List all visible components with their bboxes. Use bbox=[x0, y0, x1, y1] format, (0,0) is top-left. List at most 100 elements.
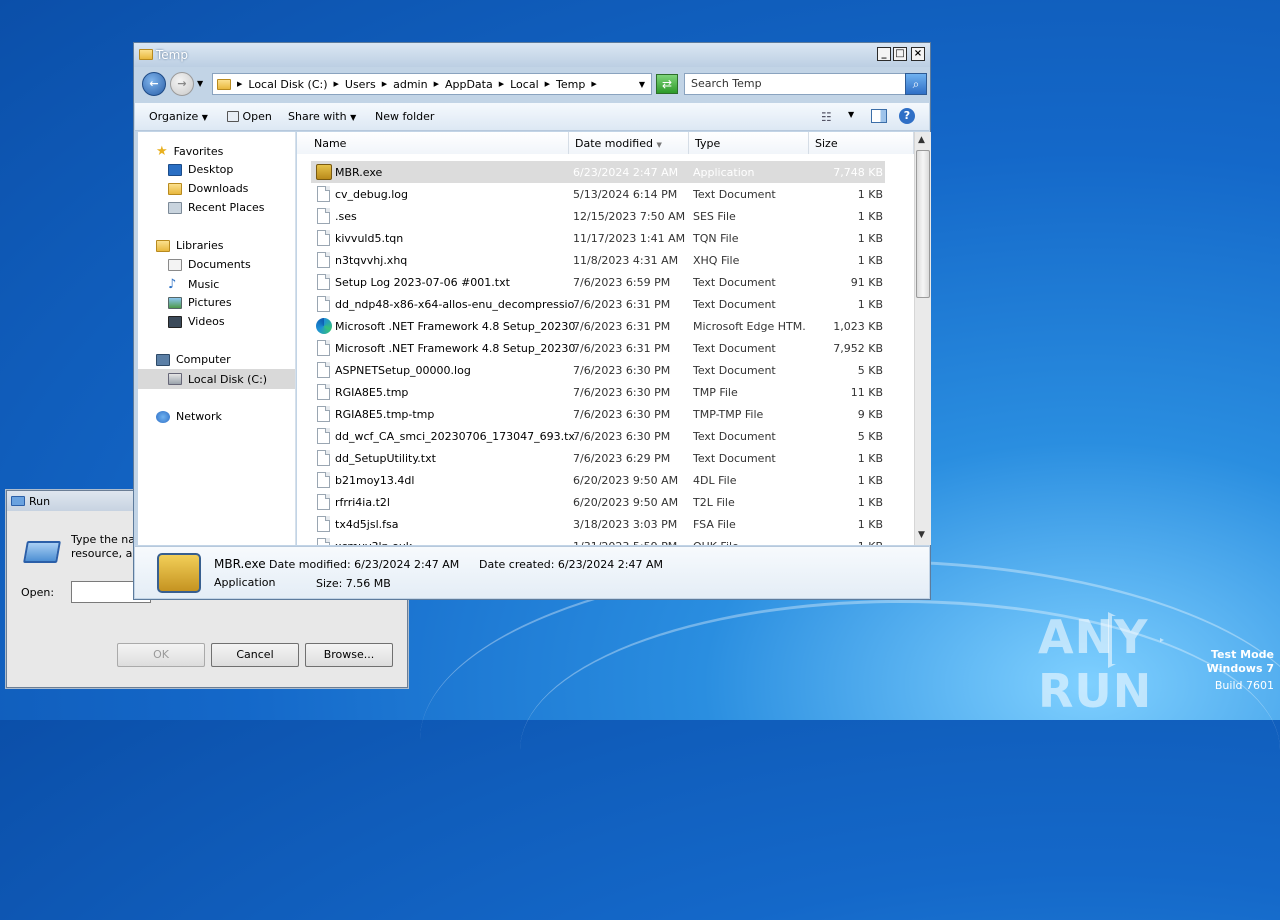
nav-label: Music bbox=[188, 278, 220, 291]
file-row[interactable]: dd_SetupUtility.txt 7/6/2023 6:29 PM Text … bbox=[311, 447, 885, 469]
file-date-modified: 7/6/2023 6:30 PM bbox=[573, 364, 671, 377]
nav-pictures[interactable]: Pictures bbox=[168, 296, 232, 309]
file-icon bbox=[317, 186, 330, 202]
nav-local-disk[interactable]: Local Disk (C:) bbox=[138, 369, 295, 389]
breadcrumb-separator: ▶ bbox=[237, 80, 243, 88]
forward-button[interactable]: → bbox=[170, 72, 194, 96]
nav-documents[interactable]: Documents bbox=[168, 258, 251, 271]
file-row[interactable]: dd_ndp48-x86-x64-allos-enu_decompression… bbox=[311, 293, 885, 315]
file-row[interactable]: dd_wcf_CA_smci_20230706_173047_693.txt 7/… bbox=[311, 425, 885, 447]
scroll-thumb[interactable] bbox=[916, 150, 930, 298]
breadcrumb-item[interactable]: admin bbox=[393, 78, 427, 91]
nav-videos[interactable]: Videos bbox=[168, 315, 225, 328]
nav-label: Recent Places bbox=[188, 201, 265, 214]
file-row[interactable]: Microsoft .NET Framework 4.8 Setup_20230… bbox=[311, 315, 885, 337]
file-size: 9 KB bbox=[857, 408, 883, 421]
nav-music[interactable]: ♪ Music bbox=[168, 277, 219, 292]
maximize-button[interactable]: □ bbox=[893, 47, 907, 61]
file-row[interactable]: kivvuld5.tqn 11/17/2023 1:41 AM TQN File 1 … bbox=[311, 227, 885, 249]
column-header-name[interactable]: Name bbox=[297, 132, 569, 154]
file-icon bbox=[317, 472, 330, 488]
music-icon: ♪ bbox=[168, 277, 177, 292]
nav-libraries[interactable]: Libraries bbox=[156, 239, 224, 252]
file-row[interactable]: n3tqvvhj.xhq 11/8/2023 4:31 AM XHQ File 1 K… bbox=[311, 249, 885, 271]
nav-label: Videos bbox=[188, 315, 225, 328]
file-row[interactable]: RGIA8E5.tmp-tmp 7/6/2023 6:30 PM TMP-TMP F… bbox=[311, 403, 885, 425]
explorer-titlebar[interactable]: Temp _ □ × bbox=[134, 43, 930, 67]
nav-label: Local Disk (C:) bbox=[188, 372, 268, 386]
view-options-icon[interactable]: ☷ bbox=[821, 110, 832, 124]
nav-computer[interactable]: Computer bbox=[156, 353, 231, 366]
breadcrumb-item[interactable]: Local Disk (C:) bbox=[248, 78, 327, 91]
nav-recent-places[interactable]: Recent Places bbox=[168, 201, 265, 214]
file-type: Text Document bbox=[693, 276, 776, 289]
file-date-modified: 3/18/2023 3:03 PM bbox=[573, 518, 678, 531]
breadcrumb-item[interactable]: Local bbox=[510, 78, 539, 91]
file-row[interactable]: Setup Log 2023-07-06 #001.txt 7/6/2023 6:… bbox=[311, 271, 885, 293]
new-folder-button[interactable]: New folder bbox=[375, 110, 434, 123]
file-icon bbox=[317, 428, 330, 444]
address-bar[interactable]: ▶ Local Disk (C:) ▶ Users ▶ admin ▶ AppD… bbox=[212, 73, 652, 95]
scroll-up-icon[interactable]: ▲ bbox=[918, 135, 925, 145]
open-button[interactable]: Open bbox=[227, 110, 272, 123]
file-row[interactable]: MBR.exe 6/23/2024 2:47 AM Application 7,748… bbox=[311, 161, 885, 183]
cancel-button[interactable]: Cancel bbox=[211, 643, 299, 667]
breadcrumb-item[interactable]: Users bbox=[345, 78, 376, 91]
file-row[interactable]: ASPNETSetup_00000.log 7/6/2023 6:30 PM Tex… bbox=[311, 359, 885, 381]
breadcrumb-item[interactable]: AppData bbox=[445, 78, 493, 91]
file-row[interactable]: cv_debug.log 5/13/2024 6:14 PM Text Docume… bbox=[311, 183, 885, 205]
file-type: Text Document bbox=[693, 452, 776, 465]
file-row[interactable]: xcmuy3lp.ouk1/31/2023 5:59 PM OUK File 1 K… bbox=[311, 535, 885, 545]
file-row[interactable]: b21moy13.4dl 6/20/2023 9:50 AM 4DL File 1 K… bbox=[311, 469, 885, 491]
back-button[interactable]: ← bbox=[142, 72, 166, 96]
nav-label: Network bbox=[176, 410, 222, 423]
nav-desktop[interactable]: Desktop bbox=[168, 163, 233, 176]
file-size: 1 KB bbox=[857, 452, 883, 465]
recent-pages-dropdown[interactable]: ▼ bbox=[197, 79, 203, 88]
file-size: 1 KB bbox=[857, 496, 883, 509]
videos-icon bbox=[168, 315, 182, 328]
application-icon bbox=[157, 553, 201, 593]
nav-label: Desktop bbox=[188, 163, 234, 176]
column-header-size[interactable]: Size bbox=[809, 132, 914, 154]
browse-button[interactable]: Browse... bbox=[305, 643, 393, 667]
minimize-button[interactable]: _ bbox=[877, 47, 891, 61]
search-icon[interactable]: ⌕ bbox=[905, 73, 927, 95]
file-row[interactable]: Microsoft .NET Framework 4.8 Setup_20230… bbox=[311, 337, 885, 359]
column-header-date-modified[interactable]: Date modified ▼ bbox=[569, 132, 689, 154]
refresh-icon[interactable]: ⇄ bbox=[656, 74, 678, 94]
chevron-down-icon: ▼ bbox=[350, 113, 357, 122]
file-row[interactable]: RGIA8E5.tmp 7/6/2023 6:30 PM TMP File 11 KB bbox=[311, 381, 885, 403]
nav-downloads[interactable]: Downloads bbox=[168, 182, 248, 195]
details-date-modified: Date modified: 6/23/2024 2:47 AM bbox=[269, 558, 460, 571]
organize-button[interactable]: Organize ▼ bbox=[149, 110, 208, 123]
search-input[interactable]: Search Temp bbox=[684, 73, 906, 95]
address-dropdown-icon[interactable]: ▼ bbox=[639, 80, 645, 89]
file-row[interactable]: .ses 12/15/2023 7:50 AM SES File 1 KB bbox=[311, 205, 885, 227]
nav-network[interactable]: Network bbox=[156, 410, 222, 423]
vertical-scrollbar[interactable]: ▲ ▼ bbox=[914, 132, 931, 545]
file-row[interactable]: rfrri4ia.t2l 6/20/2023 9:50 AM T2L File 1 K… bbox=[311, 491, 885, 513]
file-type: FSA File bbox=[693, 518, 736, 531]
scroll-down-icon[interactable]: ▼ bbox=[918, 530, 925, 540]
file-date-modified: 7/6/2023 6:31 PM bbox=[573, 298, 671, 311]
file-name: dd_ndp48-x86-x64-allos-enu_decompression… bbox=[335, 298, 575, 311]
watermark-text: RUN bbox=[1038, 664, 1153, 718]
downloads-icon bbox=[168, 182, 182, 195]
preview-pane-icon[interactable] bbox=[871, 109, 887, 123]
column-header-type[interactable]: Type bbox=[689, 132, 809, 154]
view-dropdown-icon[interactable]: ▼ bbox=[848, 110, 854, 119]
help-icon[interactable]: ? bbox=[899, 108, 915, 124]
file-row[interactable]: tx4d5jsl.fsa 3/18/2023 3:03 PM FSA File 1 K… bbox=[311, 513, 885, 535]
file-name: RGIA8E5.tmp-tmp bbox=[335, 408, 435, 421]
ok-button[interactable]: OK bbox=[117, 643, 205, 667]
nav-favorites[interactable]: ★ Favorites bbox=[156, 144, 223, 159]
close-button[interactable]: × bbox=[911, 47, 925, 61]
nav-label: Libraries bbox=[176, 239, 224, 252]
nav-label: Pictures bbox=[188, 296, 232, 309]
file-type: SES File bbox=[693, 210, 736, 223]
file-date-modified: 6/20/2023 9:50 AM bbox=[573, 474, 679, 487]
file-name: ASPNETSetup_00000.log bbox=[335, 364, 471, 377]
breadcrumb-item[interactable]: Temp bbox=[556, 78, 585, 91]
share-with-button[interactable]: Share with ▼ bbox=[288, 110, 356, 123]
